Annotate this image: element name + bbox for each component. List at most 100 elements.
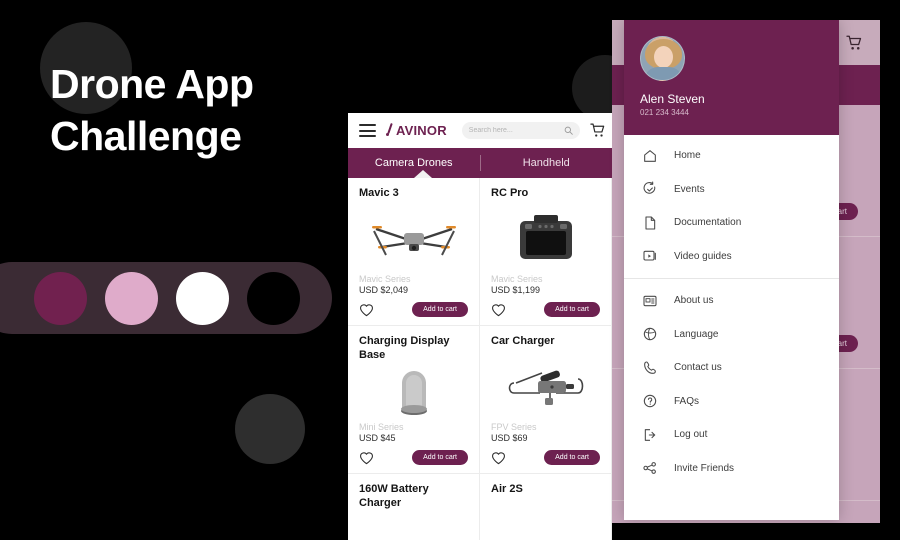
menu-item-label: Log out <box>674 429 708 441</box>
card-actions: Add to cart <box>359 450 468 465</box>
avatar-face <box>654 46 673 68</box>
menu-item-label: Events <box>674 183 705 195</box>
drawer-profile-header: Alen Steven 021 234 3444 <box>624 20 839 135</box>
app-header: AVINOR <box>348 113 612 148</box>
avatar-body <box>644 67 683 80</box>
brand-logo: AVINOR <box>385 123 447 138</box>
product-image <box>491 349 600 422</box>
product-title: RC Pro <box>491 187 529 199</box>
product-price: USD $1,199 <box>491 285 541 295</box>
user-name: Alen Steven <box>640 92 705 106</box>
quadcopter-icon <box>371 226 456 256</box>
product-card[interactable]: Car Charger FPV Series USD $69 Add to ca… <box>480 326 612 474</box>
page-title-line-1: Drone App <box>50 61 254 107</box>
palette-swatch-white <box>176 271 229 325</box>
product-title: 160W Battery Charger <box>359 483 429 509</box>
menu-item-contact-us[interactable]: Contact us <box>624 351 839 385</box>
product-title: Air 2S <box>491 483 523 495</box>
product-title: Mavic 3 <box>359 187 399 199</box>
globe-icon <box>643 328 657 341</box>
phone-icon <box>644 361 656 374</box>
menu-item-home[interactable]: Home <box>624 139 839 173</box>
color-palette <box>0 262 332 334</box>
product-series: FPV Series <box>491 422 537 432</box>
add-to-cart-button[interactable]: Add to cart <box>412 302 468 317</box>
cart-icon[interactable] <box>589 122 607 139</box>
menu-item-events[interactable]: Events <box>624 173 839 207</box>
share-icon <box>643 462 656 475</box>
menu-item-label: FAQs <box>674 395 700 407</box>
document-icon <box>645 216 656 230</box>
menu-item-label: Invite Friends <box>674 462 735 474</box>
question-icon <box>643 395 657 408</box>
page-title: Drone App Challenge <box>50 58 350 162</box>
product-title: Charging Display Base <box>359 335 450 361</box>
logout-icon <box>644 428 656 441</box>
product-price: USD $2,049 <box>359 285 409 295</box>
menu-item-label: Video guides <box>674 250 732 262</box>
favorite-icon[interactable] <box>359 451 374 465</box>
menu-item-label: Language <box>674 328 719 340</box>
add-to-cart-button[interactable]: Add to cart <box>412 450 468 465</box>
cart-icon[interactable] <box>845 34 864 52</box>
avatar[interactable] <box>640 36 685 81</box>
active-tab-indicator <box>414 170 432 178</box>
category-tabs: Camera Drones Handheld <box>348 148 612 178</box>
product-card[interactable]: RC Pro Mavic Series USD $1,199 Add to ca… <box>480 178 612 326</box>
card-actions: Add to cart <box>491 450 600 465</box>
menu-divider <box>624 278 839 279</box>
menu-item-label: About us <box>674 295 714 307</box>
product-image <box>491 201 600 274</box>
menu-item-log-out[interactable]: Log out <box>624 418 839 452</box>
search-bar[interactable] <box>461 122 580 139</box>
menu-item-documentation[interactable]: Documentation <box>624 206 839 240</box>
tab-handheld[interactable]: Handheld <box>481 157 613 169</box>
drawer-menu: Home Events Documentation Video guides A… <box>624 135 839 485</box>
favorite-icon[interactable] <box>491 451 506 465</box>
product-series: Mavic Series <box>359 274 411 284</box>
menu-item-invite-friends[interactable]: Invite Friends <box>624 452 839 486</box>
product-image <box>359 201 468 274</box>
logo-mark-icon <box>385 123 394 138</box>
product-card[interactable]: 160W Battery Charger <box>348 474 480 540</box>
add-to-cart-button[interactable]: Add to cart <box>544 450 600 465</box>
page-title-line-2: Challenge <box>50 113 242 160</box>
product-image <box>359 511 468 540</box>
menu-item-language[interactable]: Language <box>624 318 839 352</box>
product-card[interactable]: Air 2S <box>480 474 612 540</box>
menu-item-video-guides[interactable]: Video guides <box>624 240 839 274</box>
favorite-icon[interactable] <box>359 303 374 317</box>
menu-item-faqs[interactable]: FAQs <box>624 385 839 419</box>
menu-item-label: Home <box>674 150 701 162</box>
about-icon <box>643 295 657 306</box>
card-actions: Add to cart <box>491 302 600 317</box>
dome-icon <box>400 371 427 416</box>
menu-item-label: Documentation <box>674 217 742 229</box>
menu-item-about-us[interactable]: About us <box>624 284 839 318</box>
product-card[interactable]: Charging Display Base Mini Series USD $4… <box>348 326 480 474</box>
search-icon[interactable] <box>564 126 573 135</box>
favorite-icon[interactable] <box>491 303 506 317</box>
menu-icon[interactable] <box>359 124 376 137</box>
add-to-cart-button[interactable]: Add to cart <box>544 302 600 317</box>
decorative-circle-small <box>235 394 305 464</box>
navigation-drawer: Alen Steven 021 234 3444 Home Events Doc… <box>624 20 839 520</box>
palette-swatch-plum <box>34 271 87 325</box>
car-charger-icon <box>508 370 583 406</box>
brand-name: AVINOR <box>396 123 447 138</box>
product-image <box>491 497 600 540</box>
product-grid: Mavic 3 Mavic Series USD $2,049 Add to c… <box>348 178 612 540</box>
tab-camera-drones[interactable]: Camera Drones <box>348 157 480 169</box>
presentation-stage: Drone App Challenge to cart <box>0 0 900 540</box>
search-input[interactable] <box>468 127 560 134</box>
product-title: Car Charger <box>491 335 555 347</box>
product-price: USD $45 <box>359 433 396 443</box>
product-image <box>359 363 468 423</box>
user-phone: 021 234 3444 <box>640 108 689 117</box>
card-actions: Add to cart <box>359 302 468 317</box>
product-card[interactable]: Mavic 3 Mavic Series USD $2,049 Add to c… <box>348 178 480 326</box>
menu-item-label: Contact us <box>674 362 722 374</box>
palette-swatch-black <box>247 271 300 325</box>
product-series: Mavic Series <box>491 274 543 284</box>
video-icon <box>643 251 656 261</box>
